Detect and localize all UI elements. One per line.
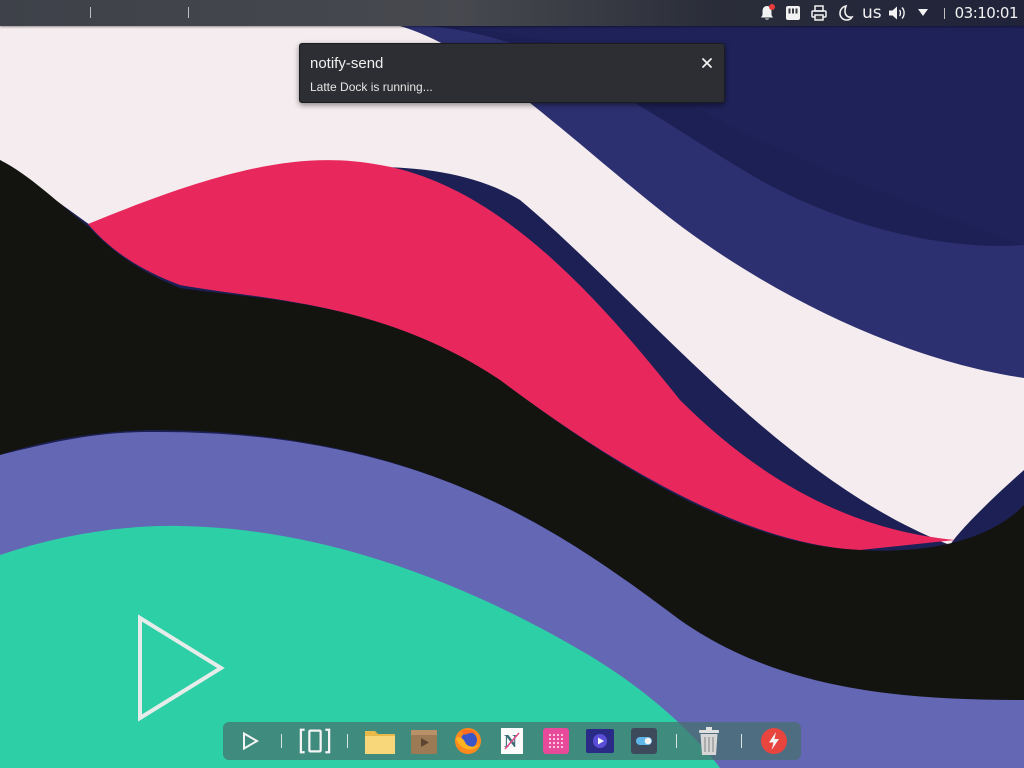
dock-separator bbox=[281, 734, 282, 748]
settings-toggle-icon[interactable] bbox=[628, 725, 660, 757]
file-manager-icon[interactable] bbox=[364, 725, 396, 757]
night-color-icon[interactable] bbox=[832, 0, 858, 26]
volume-icon[interactable] bbox=[884, 0, 910, 26]
firefox-icon[interactable] bbox=[452, 725, 484, 757]
dock-separator bbox=[347, 734, 348, 748]
latte-dock: N bbox=[223, 722, 801, 760]
keyboard-layout-indicator[interactable]: us bbox=[858, 3, 884, 23]
system-tray: us 03:10:01 bbox=[754, 0, 1024, 26]
notification-badge bbox=[768, 4, 775, 10]
top-panel: us 03:10:01 bbox=[0, 0, 1024, 26]
pink-grid-app-icon[interactable] bbox=[540, 725, 572, 757]
notification-body: Latte Dock is running... bbox=[310, 80, 433, 94]
close-icon[interactable] bbox=[700, 56, 714, 70]
printer-icon[interactable] bbox=[806, 0, 832, 26]
power-icon[interactable] bbox=[758, 725, 790, 757]
panel-separator bbox=[188, 7, 189, 18]
dock-separator bbox=[676, 734, 677, 748]
desktop-wallpaper bbox=[0, 0, 1024, 768]
dock-separator bbox=[741, 734, 742, 748]
text-editor-icon[interactable]: N bbox=[496, 725, 528, 757]
present-windows-icon[interactable] bbox=[299, 725, 331, 757]
network-icon[interactable] bbox=[780, 0, 806, 26]
show-hidden-icon[interactable] bbox=[910, 0, 936, 26]
archive-manager-icon[interactable] bbox=[408, 725, 440, 757]
notification-popup[interactable]: notify-send Latte Dock is running... bbox=[299, 43, 725, 103]
launcher-menu-icon[interactable] bbox=[234, 725, 266, 757]
tray-separator bbox=[943, 7, 945, 19]
media-player-icon[interactable] bbox=[584, 725, 616, 757]
panel-separator bbox=[90, 7, 91, 18]
notification-title: notify-send bbox=[310, 55, 384, 72]
clock[interactable]: 03:10:01 bbox=[955, 4, 1024, 22]
notifications-icon[interactable] bbox=[754, 0, 780, 26]
trash-icon[interactable] bbox=[693, 725, 725, 757]
